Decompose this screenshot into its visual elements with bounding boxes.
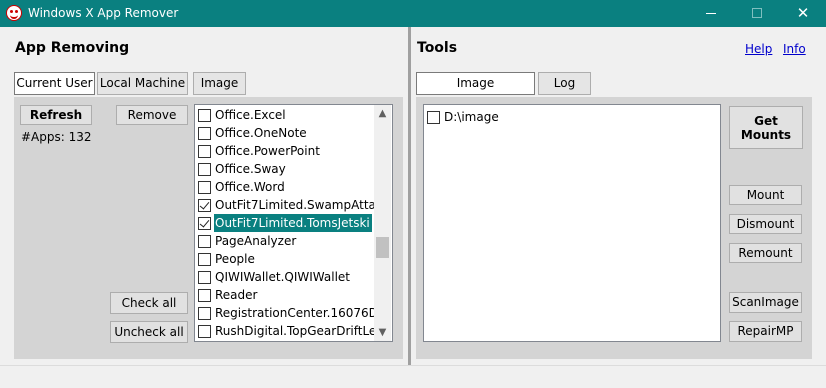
app-name: RushDigital.TopGearDriftLege — [215, 324, 374, 338]
list-item[interactable]: Reader — [198, 286, 374, 304]
close-button[interactable]: ✕ — [780, 0, 826, 27]
minimize-button[interactable] — [688, 0, 734, 27]
checkbox[interactable] — [198, 109, 211, 122]
minimize-icon — [706, 12, 716, 14]
scroll-up-icon[interactable]: ▲ — [374, 105, 391, 122]
app-name: Office.PowerPoint — [215, 144, 320, 158]
maximize-icon — [752, 8, 762, 18]
app-name: OutFit7Limited.TomsJetski — [214, 214, 372, 232]
panel-splitter[interactable] — [408, 27, 411, 365]
app-name: Office.OneNote — [215, 126, 307, 140]
remount-button[interactable]: Remount — [729, 243, 802, 263]
scroll-thumb[interactable] — [376, 237, 389, 258]
checkbox[interactable] — [198, 253, 211, 266]
get-mounts-button[interactable]: Get Mounts — [729, 106, 803, 149]
checkbox[interactable] — [198, 289, 211, 302]
list-item[interactable]: D:\image — [427, 108, 603, 126]
images-list[interactable]: D:\image — [423, 104, 721, 342]
list-item[interactable]: Office.Excel — [198, 106, 374, 124]
list-item[interactable]: OutFit7Limited.SwampAttack — [198, 196, 374, 214]
checkbox[interactable] — [198, 235, 211, 248]
apps-list-scrollbar[interactable]: ▲ ▼ — [374, 105, 391, 341]
app-name: Office.Sway — [215, 162, 286, 176]
list-item[interactable]: OutFit7Limited.TomsJetski — [198, 214, 374, 232]
tools-title: Tools — [417, 40, 458, 56]
list-item[interactable]: PageAnalyzer — [198, 232, 374, 250]
list-item[interactable]: Office.Sway — [198, 160, 374, 178]
tab-log[interactable]: Log — [538, 72, 591, 95]
checkbox[interactable] — [198, 127, 211, 140]
scanimage-button[interactable]: ScanImage — [729, 292, 802, 313]
checkbox[interactable] — [427, 111, 440, 124]
checkbox[interactable] — [198, 217, 211, 230]
list-item[interactable]: RushDigital.TopGearDriftLege — [198, 322, 374, 340]
checkbox[interactable] — [198, 325, 211, 338]
dismount-button[interactable]: Dismount — [729, 214, 802, 234]
list-item[interactable]: QIWIWallet.QIWIWallet — [198, 268, 374, 286]
checkbox[interactable] — [198, 271, 211, 284]
list-item[interactable]: RegistrationCenter.16076DED — [198, 304, 374, 322]
app-name: Reader — [215, 288, 258, 302]
maximize-button[interactable] — [734, 0, 780, 27]
uncheck-all-button[interactable]: Uncheck all — [110, 321, 188, 343]
repairmp-button[interactable]: RepairMP — [729, 321, 802, 342]
tab-image[interactable]: Image — [193, 72, 246, 95]
tab-image-management[interactable]: Image Management — [416, 72, 535, 111]
scroll-down-icon[interactable]: ▼ — [374, 324, 391, 341]
tab-local-machine[interactable]: Local Machine — [97, 72, 188, 95]
checkbox[interactable] — [198, 307, 211, 320]
list-item[interactable]: Office.PowerPoint — [198, 142, 374, 160]
app-name: OutFit7Limited.SwampAttack — [215, 198, 374, 212]
image-path: D:\image — [444, 110, 499, 124]
app-name: Office.Excel — [215, 108, 286, 122]
mount-button[interactable]: Mount — [729, 185, 802, 205]
apps-count: #Apps: 132 — [21, 130, 92, 144]
app-smiley-icon — [6, 5, 22, 21]
list-item[interactable]: Office.OneNote — [198, 124, 374, 142]
checkbox[interactable] — [198, 163, 211, 176]
info-link[interactable]: Info — [783, 42, 806, 56]
app-name: Office.Word — [215, 180, 285, 194]
window-title: Windows X App Remover — [28, 6, 179, 20]
tab-current-user[interactable]: Current User — [14, 72, 95, 95]
list-item[interactable]: Office.Word — [198, 178, 374, 196]
check-all-button[interactable]: Check all — [110, 292, 188, 314]
app-name: People — [215, 252, 255, 266]
list-item[interactable]: People — [198, 250, 374, 268]
status-bar — [0, 365, 826, 388]
remove-button[interactable]: Remove — [116, 105, 188, 125]
checkbox[interactable] — [198, 181, 211, 194]
help-link[interactable]: Help — [745, 42, 772, 56]
refresh-button[interactable]: Refresh — [20, 105, 92, 125]
checkbox[interactable] — [198, 145, 211, 158]
app-name: PageAnalyzer — [215, 234, 297, 248]
app-name: RegistrationCenter.16076DED — [215, 306, 374, 320]
apps-list[interactable]: Office.Excel Office.OneNote Office.PowerPo… — [194, 104, 393, 342]
title-bar[interactable]: Windows X App Remover ✕ — [0, 0, 826, 27]
app-name: QIWIWallet.QIWIWallet — [215, 270, 351, 284]
app-removing-title: App Removing — [15, 40, 130, 56]
checkbox[interactable] — [198, 199, 211, 212]
